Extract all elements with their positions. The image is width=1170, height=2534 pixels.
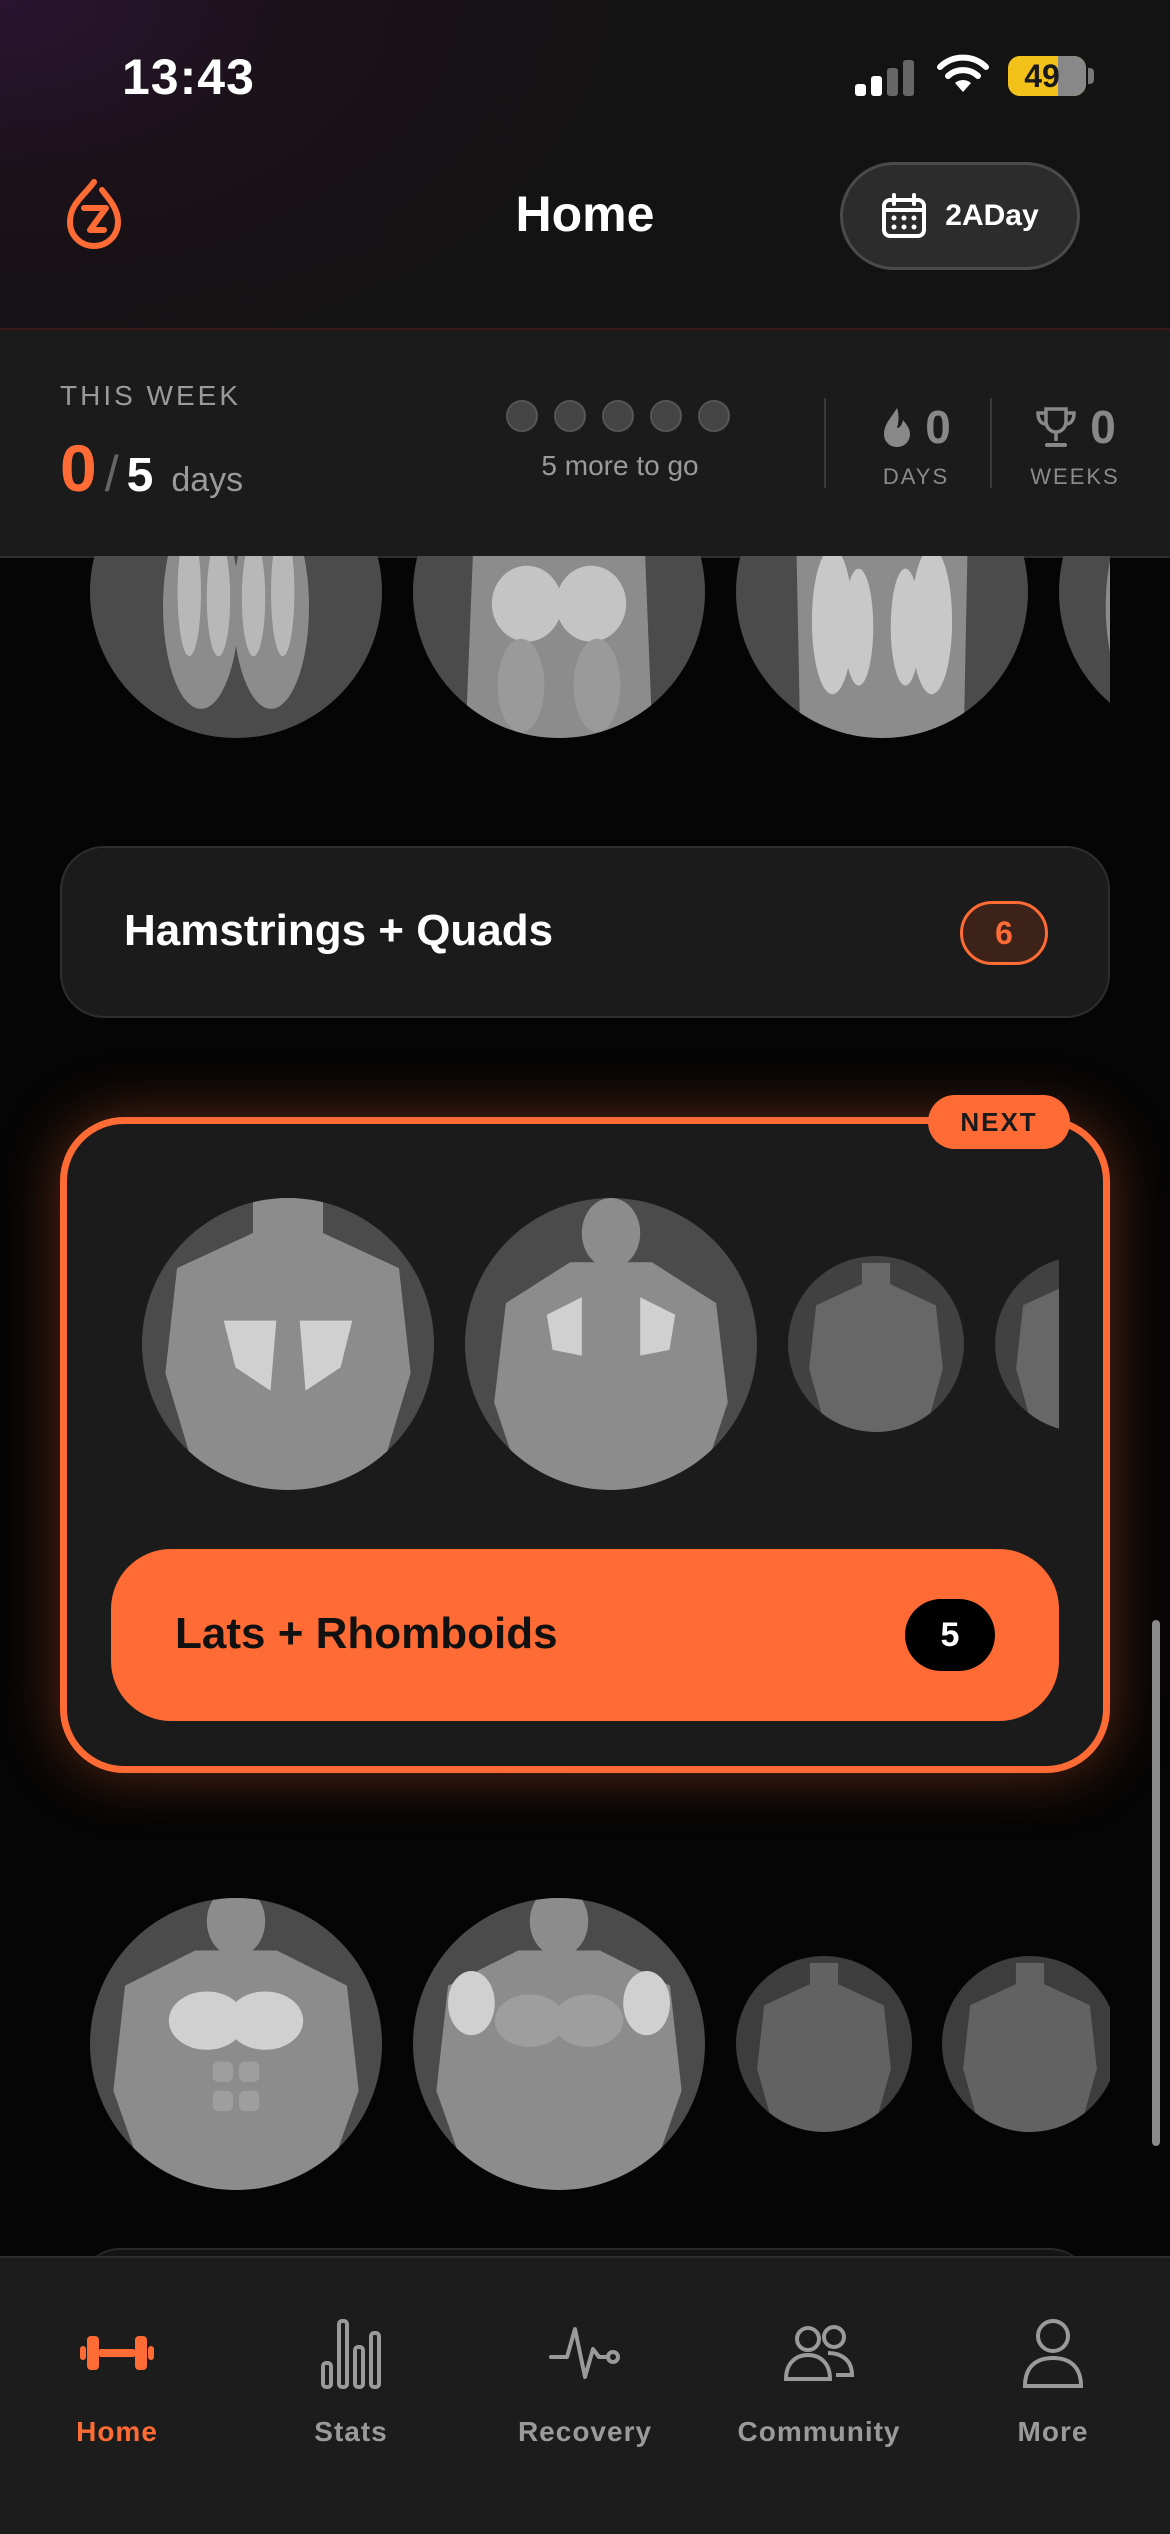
back-muscles-image — [736, 1956, 912, 2132]
progress-dot — [698, 400, 730, 432]
shoulders-front-image — [413, 1898, 705, 2190]
calendar-icon — [882, 193, 927, 238]
remaining-text: 5 more to go — [541, 450, 699, 481]
bar-chart-icon — [321, 2319, 381, 2389]
progress-dot — [506, 400, 538, 432]
workout-name: Hamstrings + Quads — [124, 906, 554, 955]
wifi-icon — [937, 54, 989, 92]
tab-stats[interactable]: Stats — [234, 2308, 468, 2448]
scrollbar[interactable] — [1152, 1620, 1160, 2146]
start-workout-button[interactable]: Lats + Rhomboids 5 — [111, 1549, 1059, 1721]
progress-dots — [506, 400, 730, 432]
tab-more[interactable]: More — [936, 2308, 1170, 2448]
lats-back-image — [142, 1198, 434, 1490]
plan-button[interactable]: 2ADay — [840, 162, 1080, 270]
top-bar: 13:43 49 Home 2ADay — [0, 0, 1170, 330]
trophy-icon — [1036, 407, 1076, 447]
back-muscles-image — [995, 1256, 1059, 1432]
progress-dot — [554, 400, 586, 432]
status-time: 13:43 — [122, 49, 255, 105]
dumbbell-icon — [80, 2336, 154, 2370]
divider — [990, 398, 992, 488]
legs-side-image — [1059, 556, 1110, 738]
tab-bar: Home Stats Recovery Community More — [0, 2256, 1170, 2534]
workout-name: Lats + Rhomboids — [175, 1609, 558, 1658]
heartbeat-icon — [549, 2327, 620, 2379]
back-muscles-image — [788, 1256, 964, 1432]
tab-home[interactable]: Home — [0, 2308, 234, 2448]
glutes-back-image — [413, 556, 705, 738]
muscle-thumbnails-row — [111, 1190, 1059, 1490]
streak-days: 0 DAYS — [882, 401, 951, 489]
torso-front-image — [942, 1956, 1110, 2132]
rhomboids-back-image — [465, 1198, 757, 1490]
workout-card[interactable]: Hamstrings + Quads 6 — [60, 846, 1110, 1018]
days-unit: days — [171, 461, 244, 499]
quads-front-image — [736, 556, 1028, 738]
tab-community[interactable]: Community — [702, 2308, 936, 2448]
cellular-signal-icon — [855, 58, 917, 96]
progress-dot — [602, 400, 634, 432]
tab-recovery[interactable]: Recovery — [468, 2308, 702, 2448]
muscle-thumbnails-row — [0, 556, 1110, 806]
week-label: THIS WEEK — [60, 380, 242, 411]
person-icon — [1022, 2319, 1084, 2388]
battery-indicator: 49 — [1008, 56, 1086, 96]
divider — [824, 398, 826, 488]
flame-icon — [884, 408, 911, 447]
streak-weeks: 0 WEEKS — [1030, 401, 1120, 489]
hamstrings-back-image — [90, 556, 382, 738]
week-summary[interactable]: THIS WEEK 0 / 5 days 5 more to go 0 DAYS — [0, 330, 1170, 558]
next-badge: NEXT — [928, 1095, 1070, 1149]
goal-days: 5 — [126, 449, 154, 502]
completed-days: 0 — [60, 431, 97, 505]
progress-dot — [650, 400, 682, 432]
muscle-thumbnails-row — [0, 1898, 1110, 2198]
exercise-count-badge: 6 — [960, 901, 1048, 965]
exercise-count-badge: 5 — [905, 1599, 995, 1671]
chest-front-image — [90, 1898, 382, 2190]
people-icon — [783, 2325, 855, 2381]
plan-button-label: 2ADay — [945, 199, 1039, 232]
week-count: 0 / 5 days — [60, 431, 244, 505]
